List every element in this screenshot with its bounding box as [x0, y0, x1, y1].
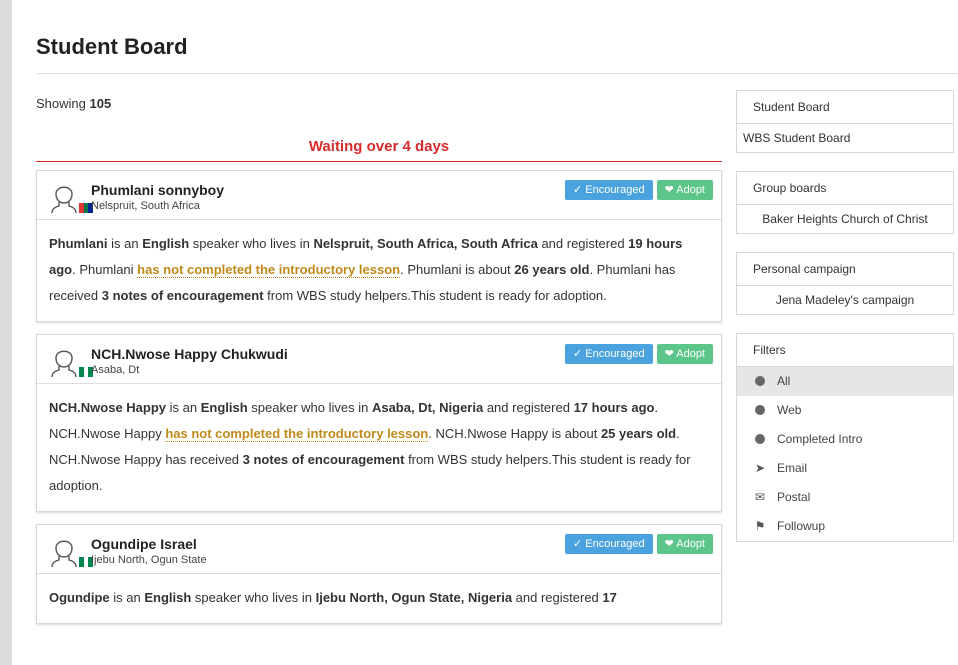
filter-label: Web — [777, 403, 802, 417]
encouraged-button[interactable]: ✓ Encouraged — [564, 180, 653, 200]
student-card: NCH.Nwose Happy Chukwudi Asaba, Dt ✓ Enc… — [36, 334, 722, 512]
student-card-header: NCH.Nwose Happy Chukwudi Asaba, Dt ✓ Enc… — [37, 335, 721, 384]
text: and registered — [512, 590, 603, 605]
student-count: 105 — [89, 96, 112, 111]
student-language: English — [142, 236, 190, 251]
encouraged-button[interactable]: ✓ Encouraged — [564, 534, 653, 554]
sidebar-item-wbs-student-board[interactable]: WBS Student Board — [737, 124, 953, 152]
text: and registered — [537, 236, 629, 251]
student-language: English — [144, 590, 192, 605]
panel-heading: Personal campaign — [737, 253, 953, 286]
main-content: Showing 105 Waiting over 4 days Phumlani… — [36, 96, 722, 624]
student-place: Ijebu North, Ogun State, Nigeria — [315, 590, 513, 605]
student-registered: 17 hours ago — [573, 400, 655, 415]
intro-status-link[interactable]: has not completed the introductory lesso… — [137, 262, 401, 278]
sidebar-item-campaign[interactable]: Jena Madeley's campaign — [737, 286, 953, 314]
filter-label: All — [777, 374, 791, 388]
filter-completed-intro[interactable]: Completed Intro — [737, 425, 953, 454]
encouraged-button[interactable]: ✓ Encouraged — [564, 344, 653, 364]
filter-all[interactable]: All — [737, 367, 953, 396]
left-rail — [0, 0, 12, 665]
student-name[interactable]: Ogundipe Israel — [91, 536, 197, 552]
globe-icon — [753, 367, 767, 396]
text: speaker who lives in — [191, 590, 316, 605]
group-boards-panel: Group boards Baker Heights Church of Chr… — [736, 171, 954, 234]
student-card-header: Ogundipe Israel Ijebu North, Ogun State … — [37, 525, 721, 574]
filter-label: Email — [777, 461, 808, 475]
sidebar: Student Board WBS Student Board Group bo… — [736, 90, 954, 560]
student-description: NCH.Nwose Happy is an English speaker wh… — [37, 384, 721, 511]
text: . NCH.Nwose Happy is about — [428, 426, 601, 441]
text: is an — [166, 400, 201, 415]
student-description: Ogundipe is an English speaker who lives… — [37, 574, 721, 623]
filter-label: Postal — [777, 490, 811, 504]
text: speaker who lives in — [189, 236, 314, 251]
person-avatar-icon — [51, 540, 77, 568]
panel-heading: Student Board — [737, 91, 953, 124]
filters-panel: Filters All Web Completed Intro ➤ Email … — [736, 333, 954, 542]
student-age: 26 years old — [514, 262, 590, 277]
panel-heading: Group boards — [737, 172, 953, 205]
student-first-name: Phumlani — [49, 236, 108, 251]
student-first-name: NCH.Nwose Happy — [49, 400, 167, 415]
filter-label: Completed Intro — [777, 432, 863, 446]
student-location: Nelspruit, South Africa — [91, 200, 200, 212]
adopt-button[interactable]: ❤ Adopt — [656, 344, 713, 364]
page-title: Student Board — [36, 34, 188, 59]
student-registered: 17 — [602, 590, 617, 605]
student-name[interactable]: NCH.Nwose Happy Chukwudi — [91, 346, 288, 362]
title-divider — [36, 73, 958, 74]
student-place: Nelspruit, South Africa, South Africa — [313, 236, 538, 251]
student-first-name: Ogundipe — [49, 590, 110, 605]
globe-icon — [753, 396, 767, 425]
student-card: Phumlani sonnyboy Nelspruit, South Afric… — [36, 170, 722, 322]
intro-status-link[interactable]: has not completed the introductory lesso… — [165, 426, 429, 442]
student-description: Phumlani is an English speaker who lives… — [37, 220, 721, 321]
adopt-button[interactable]: ❤ Adopt — [656, 534, 713, 554]
filter-followup[interactable]: ⚑ Followup — [737, 512, 953, 541]
text: . Phumlani — [72, 262, 138, 277]
flag-icon: ⚑ — [754, 519, 766, 533]
text: . Phumlani is about — [400, 262, 515, 277]
student-name[interactable]: Phumlani sonnyboy — [91, 182, 224, 198]
adopt-button[interactable]: ❤ Adopt — [656, 180, 713, 200]
student-location: Ijebu North, Ogun State — [91, 554, 207, 566]
person-avatar-icon — [51, 350, 77, 378]
globe-icon — [753, 425, 767, 454]
personal-campaign-panel: Personal campaign Jena Madeley's campaig… — [736, 252, 954, 315]
text: is an — [107, 236, 143, 251]
filter-web[interactable]: Web — [737, 396, 953, 425]
filter-email[interactable]: ➤ Email — [737, 454, 953, 483]
student-card: Ogundipe Israel Ijebu North, Ogun State … — [36, 524, 722, 624]
text: from WBS study helpers.This student is r… — [263, 288, 607, 303]
student-card-header: Phumlani sonnyboy Nelspruit, South Afric… — [37, 171, 721, 220]
person-avatar-icon — [51, 186, 77, 214]
student-language: English — [200, 400, 248, 415]
student-place: Asaba, Dt, Nigeria — [371, 400, 484, 415]
text: speaker who lives in — [247, 400, 372, 415]
envelope-icon: ✉ — [754, 490, 766, 504]
filter-label: Followup — [777, 519, 826, 533]
panel-heading: Filters — [737, 334, 953, 367]
showing-label: Showing — [36, 96, 86, 111]
send-icon: ➤ — [754, 461, 766, 475]
text: is an — [109, 590, 145, 605]
showing-count: Showing 105 — [36, 96, 722, 116]
student-board-panel: Student Board WBS Student Board — [736, 90, 954, 153]
student-location: Asaba, Dt — [91, 364, 140, 376]
section-heading-waiting: Waiting over 4 days — [36, 138, 722, 162]
text: and registered — [483, 400, 574, 415]
student-notes: 3 notes of encouragement — [242, 452, 405, 467]
filter-postal[interactable]: ✉ Postal — [737, 483, 953, 512]
page: Student Board Showing 105 Waiting over 4… — [12, 0, 958, 665]
student-notes: 3 notes of encouragement — [101, 288, 264, 303]
student-age: 25 years old — [600, 426, 677, 441]
sidebar-item-group-board[interactable]: Baker Heights Church of Christ — [737, 205, 953, 233]
